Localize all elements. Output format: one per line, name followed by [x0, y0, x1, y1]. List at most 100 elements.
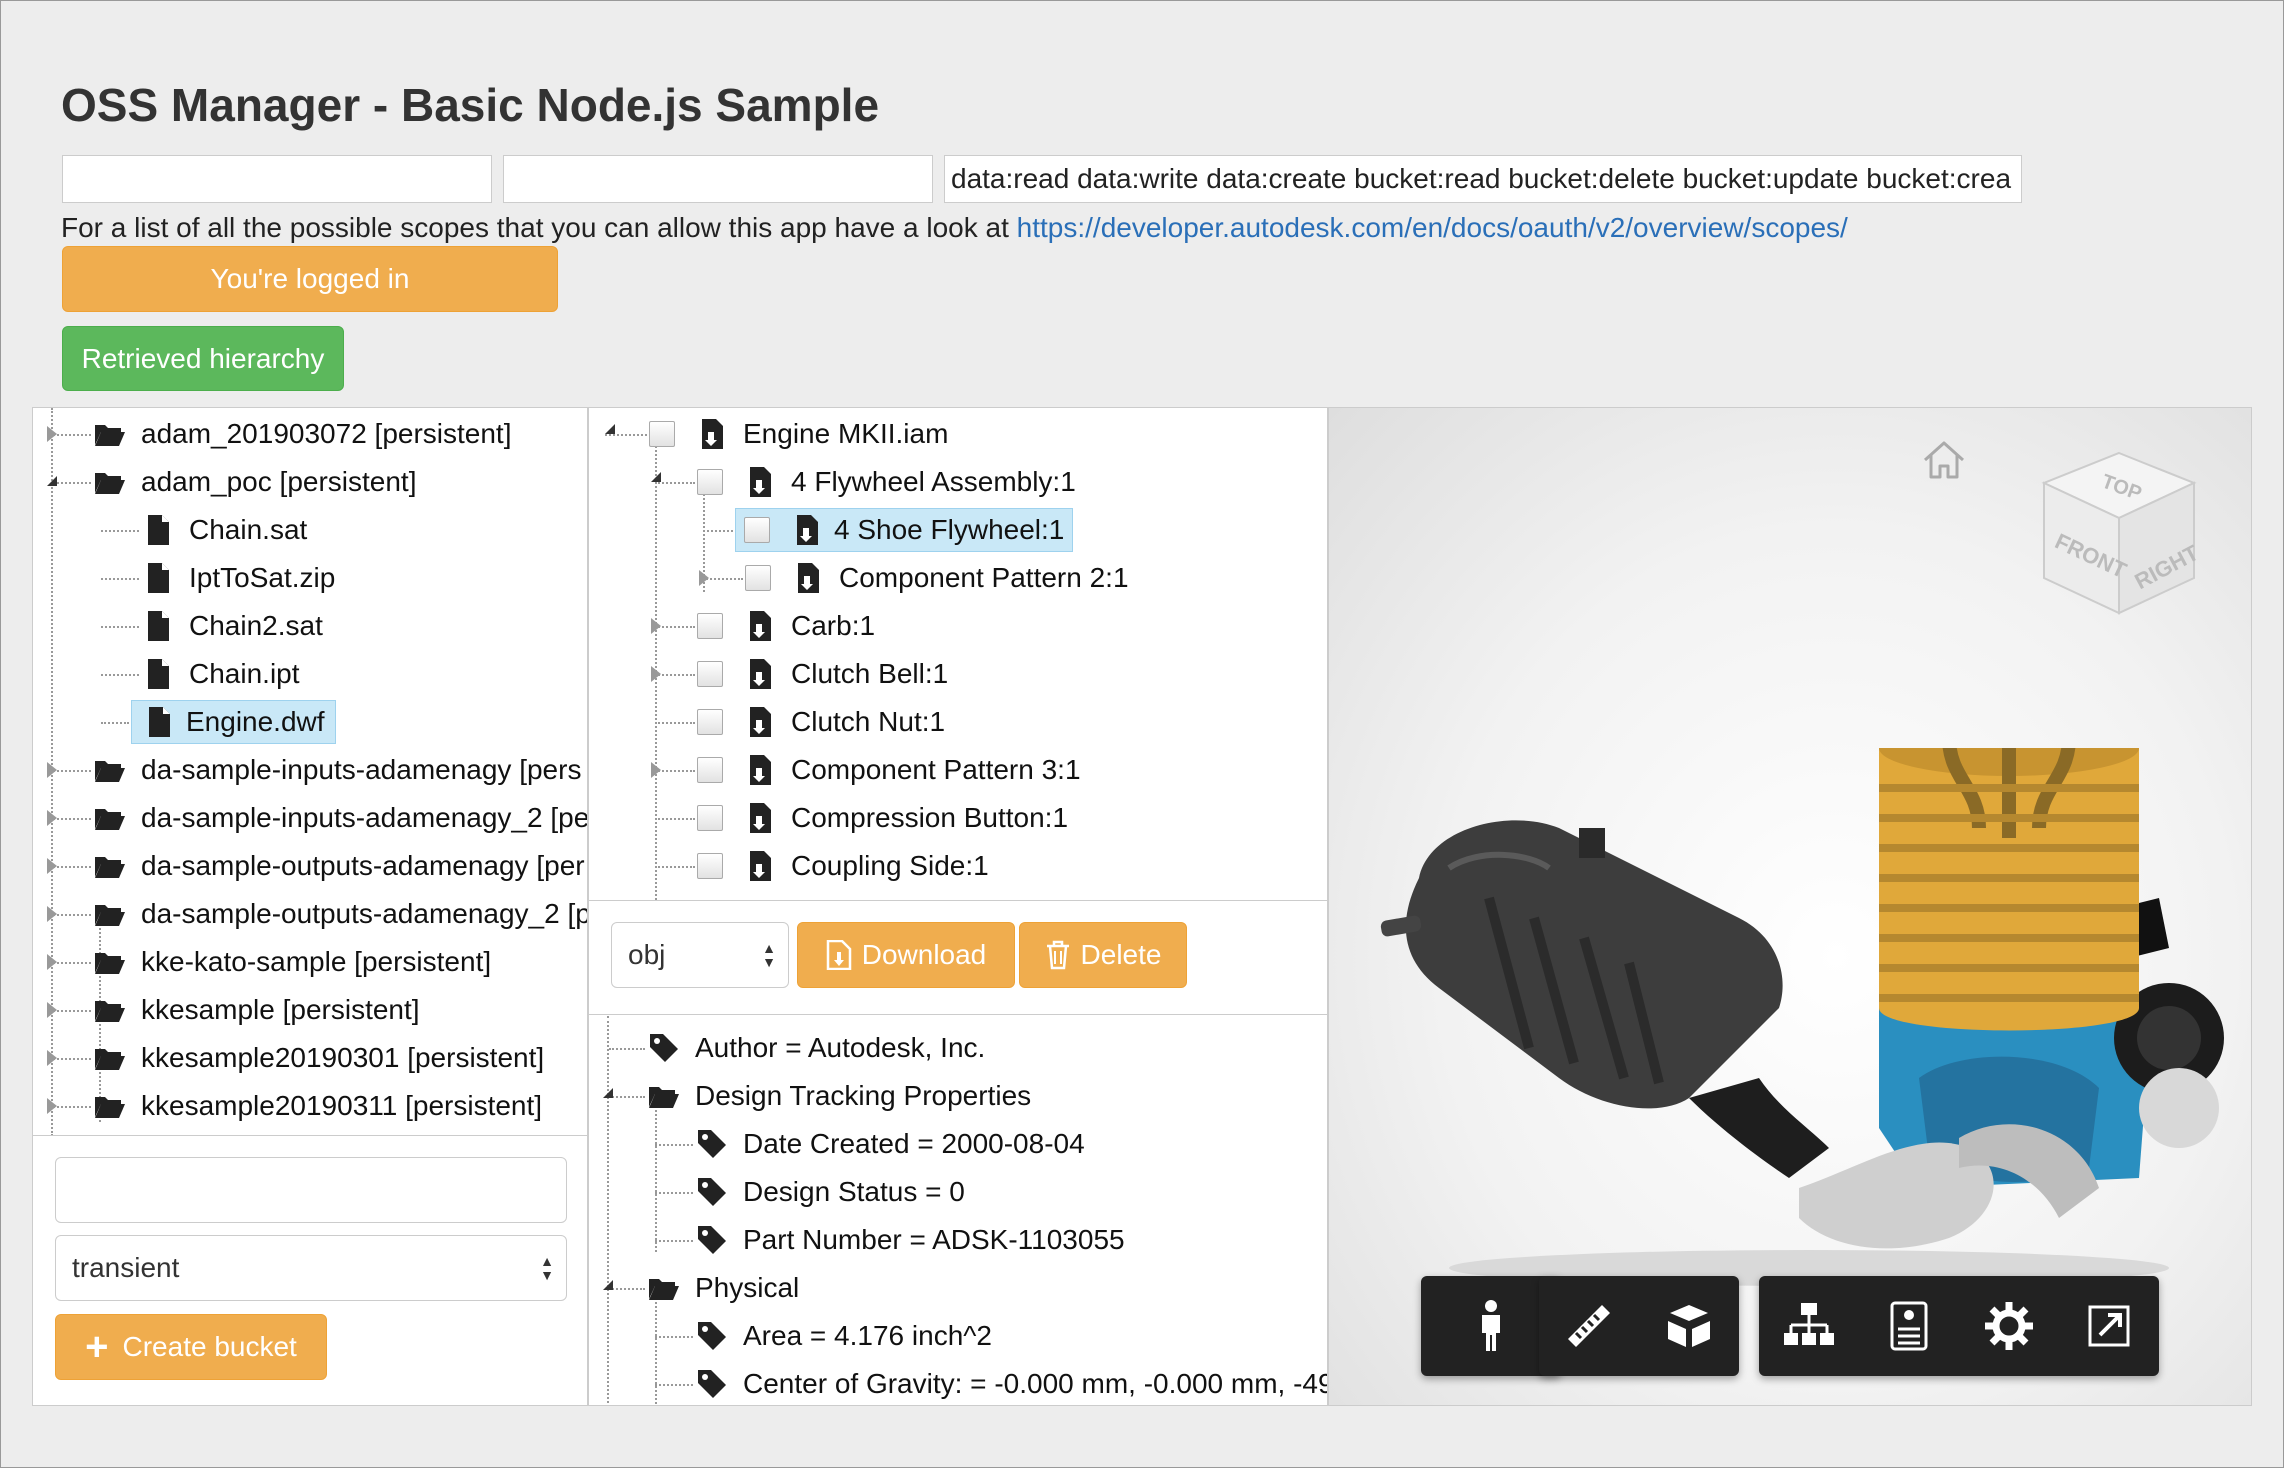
format-select[interactable]: obj ▲ ▼ [611, 922, 789, 988]
tree-line [609, 1048, 645, 1050]
component-checkbox[interactable] [697, 853, 723, 879]
bucket-item[interactable]: kkesample [persistent] [93, 988, 424, 1032]
bucket-item[interactable]: da-sample-inputs-adamenagy [pers [93, 748, 585, 792]
expand-arrow[interactable] [651, 762, 661, 778]
download-file-icon [826, 940, 851, 970]
component-checkbox[interactable] [745, 565, 771, 591]
bucket-item[interactable]: kkesample20190301 [persistent] [93, 1036, 548, 1080]
component-checkbox[interactable] [697, 613, 723, 639]
folder-open-icon [95, 857, 125, 878]
expand-arrow[interactable] [47, 906, 57, 922]
bucket-policy-select[interactable]: transient ▲ ▼ [55, 1235, 567, 1301]
viewcube[interactable]: TOP FRONT RIGHT [2029, 438, 2209, 638]
component-checkbox[interactable] [649, 421, 675, 447]
property-item-label: Date Created = 2000-08-04 [743, 1128, 1085, 1159]
properties-button[interactable] [1859, 1276, 1959, 1376]
engine-model[interactable] [1359, 748, 2239, 1288]
scopes-input[interactable] [944, 155, 2022, 203]
property-group-label: Design Tracking Properties [695, 1080, 1032, 1111]
home-icon[interactable] [1919, 438, 1969, 482]
retrieve-hierarchy-button[interactable]: Retrieved hierarchy [62, 326, 344, 391]
object-item[interactable]: Chain2.sat [141, 604, 327, 648]
collapse-arrow[interactable] [47, 476, 57, 486]
component-checkbox[interactable] [697, 709, 723, 735]
expand-arrow[interactable] [699, 570, 709, 586]
ruler-icon [1568, 1305, 1610, 1347]
component-file-icon [750, 659, 771, 689]
bucket-item[interactable]: da-sample-outputs-adamenagy_2 [p [93, 892, 587, 936]
expand-arrow[interactable] [47, 1098, 57, 1114]
component-item[interactable]: Carb:1 [697, 604, 879, 648]
component-item[interactable]: Clutch Nut:1 [697, 700, 949, 744]
property-group[interactable]: Physical [647, 1266, 803, 1310]
tree-line [609, 1288, 645, 1290]
tree-line [605, 434, 647, 436]
expand-arrow[interactable] [47, 1002, 57, 1018]
component-item[interactable]: Component Pattern 2:1 [745, 556, 1133, 600]
collapse-arrow[interactable] [603, 1280, 613, 1290]
component-item-selected[interactable]: 4 Shoe Flywheel:1 [735, 508, 1074, 552]
bucket-item[interactable]: adam_201903072 [persistent] [93, 412, 516, 456]
login-button[interactable]: You're logged in [62, 246, 558, 312]
fullscreen-button[interactable] [2059, 1276, 2159, 1376]
property-group[interactable]: Design Tracking Properties [647, 1074, 1035, 1118]
measure-button[interactable] [1539, 1276, 1639, 1376]
component-checkbox[interactable] [697, 805, 723, 831]
expand-arrow[interactable] [47, 426, 57, 442]
property-item: Date Created = 2000-08-04 [695, 1122, 1089, 1166]
expand-arrow[interactable] [47, 1050, 57, 1066]
component-item[interactable]: Compression Button:1 [697, 796, 1072, 840]
component-checkbox[interactable] [697, 757, 723, 783]
scopes-link[interactable]: https://developer.autodesk.com/en/docs/o… [1017, 212, 1848, 243]
bucket-item[interactable]: da-sample-inputs-adamenagy_2 [pe [93, 796, 587, 840]
folder-open-icon [95, 905, 125, 926]
property-item: Design Status = 0 [695, 1170, 969, 1214]
component-item[interactable]: Coupling Side:1 [697, 844, 993, 888]
property-item: Part Number = ADSK-1103055 [695, 1218, 1129, 1262]
bucket-name-input[interactable] [55, 1157, 567, 1223]
collapse-arrow[interactable] [651, 472, 661, 482]
model-browser-button[interactable] [1759, 1276, 1859, 1376]
component-checkbox[interactable] [744, 517, 770, 543]
component-file-icon [798, 563, 819, 593]
tree-line [53, 434, 91, 436]
tree-line [101, 722, 129, 724]
tree-line [655, 722, 695, 724]
bucket-item[interactable]: kke-kato-sample [persistent] [93, 940, 495, 984]
bucket-item[interactable]: kkesample20190311 [persistent] [93, 1084, 546, 1128]
object-item[interactable]: Chain.sat [141, 508, 311, 552]
object-item[interactable]: Chain.ipt [141, 652, 304, 696]
download-button[interactable]: Download [797, 922, 1015, 988]
tree-line [53, 770, 91, 772]
client-secret-input[interactable] [503, 155, 933, 203]
first-person-button[interactable] [1441, 1276, 1541, 1376]
collapse-arrow[interactable] [603, 1088, 613, 1098]
expand-arrow[interactable] [47, 762, 57, 778]
property-group-label: Physical [695, 1272, 800, 1303]
create-bucket-button[interactable]: + Create bucket [55, 1314, 327, 1380]
expand-arrow[interactable] [47, 858, 57, 874]
bucket-item[interactable]: adam_poc [persistent] [93, 460, 421, 504]
viewer-panel[interactable]: TOP FRONT RIGHT [1328, 407, 2252, 1406]
tag-icon [698, 1226, 726, 1254]
component-checkbox[interactable] [697, 469, 723, 495]
expand-arrow[interactable] [47, 954, 57, 970]
client-id-input[interactable] [62, 155, 492, 203]
component-item[interactable]: Component Pattern 3:1 [697, 748, 1085, 792]
settings-button[interactable] [1959, 1276, 2059, 1376]
component-item[interactable]: 4 Flywheel Assembly:1 [697, 460, 1080, 504]
explode-button[interactable] [1639, 1276, 1739, 1376]
scopes-note: For a list of all the possible scopes th… [61, 212, 1848, 244]
delete-button[interactable]: Delete [1019, 922, 1187, 988]
tree-line [607, 1016, 609, 1405]
component-checkbox[interactable] [697, 661, 723, 687]
object-item-selected[interactable]: Engine.dwf [131, 700, 336, 744]
collapse-arrow[interactable] [605, 424, 615, 434]
component-item[interactable]: Clutch Bell:1 [697, 652, 952, 696]
expand-arrow[interactable] [651, 666, 661, 682]
expand-arrow[interactable] [47, 810, 57, 826]
object-item[interactable]: IptToSat.zip [141, 556, 339, 600]
expand-arrow[interactable] [651, 618, 661, 634]
component-item[interactable]: Engine MKII.iam [649, 412, 952, 456]
bucket-item[interactable]: da-sample-outputs-adamenagy [per [93, 844, 587, 888]
